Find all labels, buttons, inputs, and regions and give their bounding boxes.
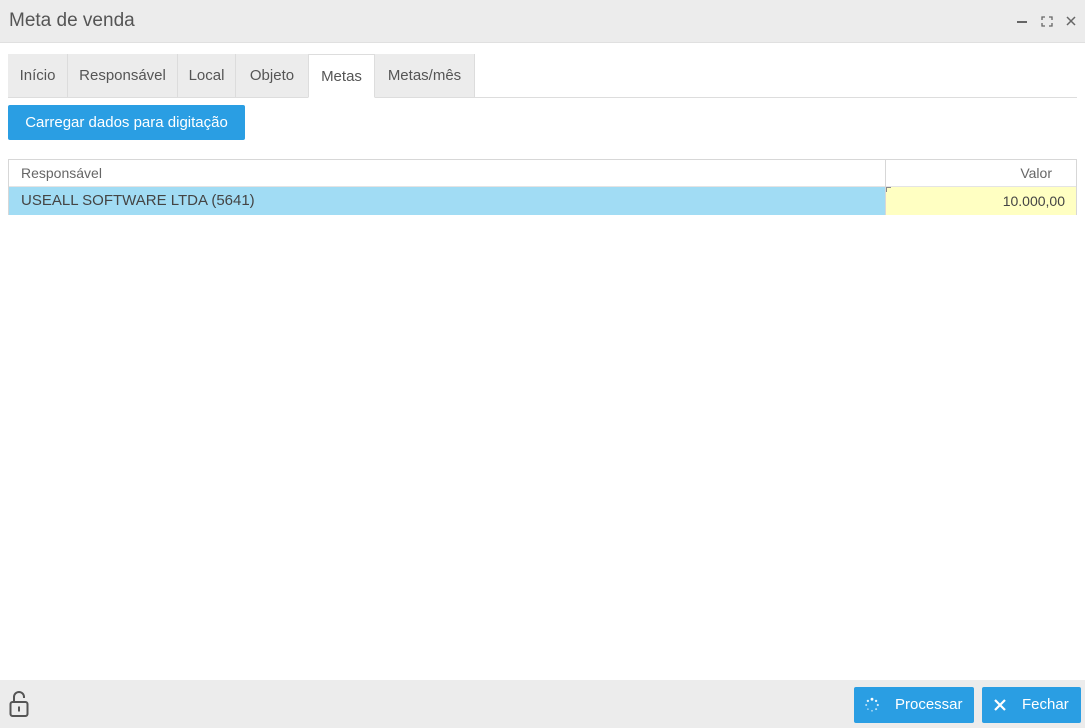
unlock-icon — [9, 691, 29, 717]
process-button[interactable]: Processar — [854, 687, 974, 723]
footer-bar: Processar Fechar — [0, 680, 1085, 728]
dialog-window: Meta de venda Início Responsável Local O… — [0, 0, 1085, 728]
column-header-responsavel[interactable]: Responsável — [9, 160, 886, 187]
window-title: Meta de venda — [9, 10, 135, 31]
lock-toggle[interactable] — [9, 690, 29, 718]
cell-responsavel[interactable]: USEALL SOFTWARE LTDA (5641) — [9, 187, 886, 215]
maximize-icon — [1041, 16, 1053, 27]
cell-valor[interactable]: 10.000,00 — [886, 187, 1076, 215]
cell-valor-text: 10.000,00 — [1002, 193, 1065, 209]
goals-grid: Responsável Valor USEALL SOFTWARE LTDA (… — [8, 159, 1077, 215]
maximize-button[interactable] — [1039, 12, 1055, 30]
table-row[interactable]: USEALL SOFTWARE LTDA (5641) 10.000,00 — [9, 187, 1076, 215]
spinner-icon — [865, 697, 879, 712]
load-data-button[interactable]: Carregar dados para digitação — [8, 105, 245, 140]
tab-local[interactable]: Local — [178, 54, 236, 97]
close-button[interactable]: Fechar — [982, 687, 1081, 723]
close-icon — [1066, 16, 1076, 26]
minimize-icon — [1017, 21, 1027, 23]
tab-inicio[interactable]: Início — [8, 54, 68, 97]
tab-divider — [8, 97, 1077, 98]
tab-responsavel[interactable]: Responsável — [68, 54, 178, 97]
tab-objeto[interactable]: Objeto — [236, 54, 309, 97]
tab-metas[interactable]: Metas — [308, 54, 375, 98]
process-button-label: Processar — [895, 696, 963, 713]
tab-bar: Início Responsável Local Objeto Metas Me… — [8, 54, 1077, 98]
edited-cell-marker — [886, 187, 891, 192]
close-window-button[interactable] — [1063, 12, 1079, 30]
x-icon — [994, 699, 1006, 711]
tab-metas-mes[interactable]: Metas/mês — [375, 54, 475, 97]
column-header-valor[interactable]: Valor — [886, 160, 1076, 187]
grid-header: Responsável Valor — [9, 160, 1076, 187]
minimize-button[interactable] — [1014, 12, 1030, 30]
title-bar: Meta de venda — [0, 0, 1085, 43]
close-button-label: Fechar — [1022, 696, 1069, 713]
